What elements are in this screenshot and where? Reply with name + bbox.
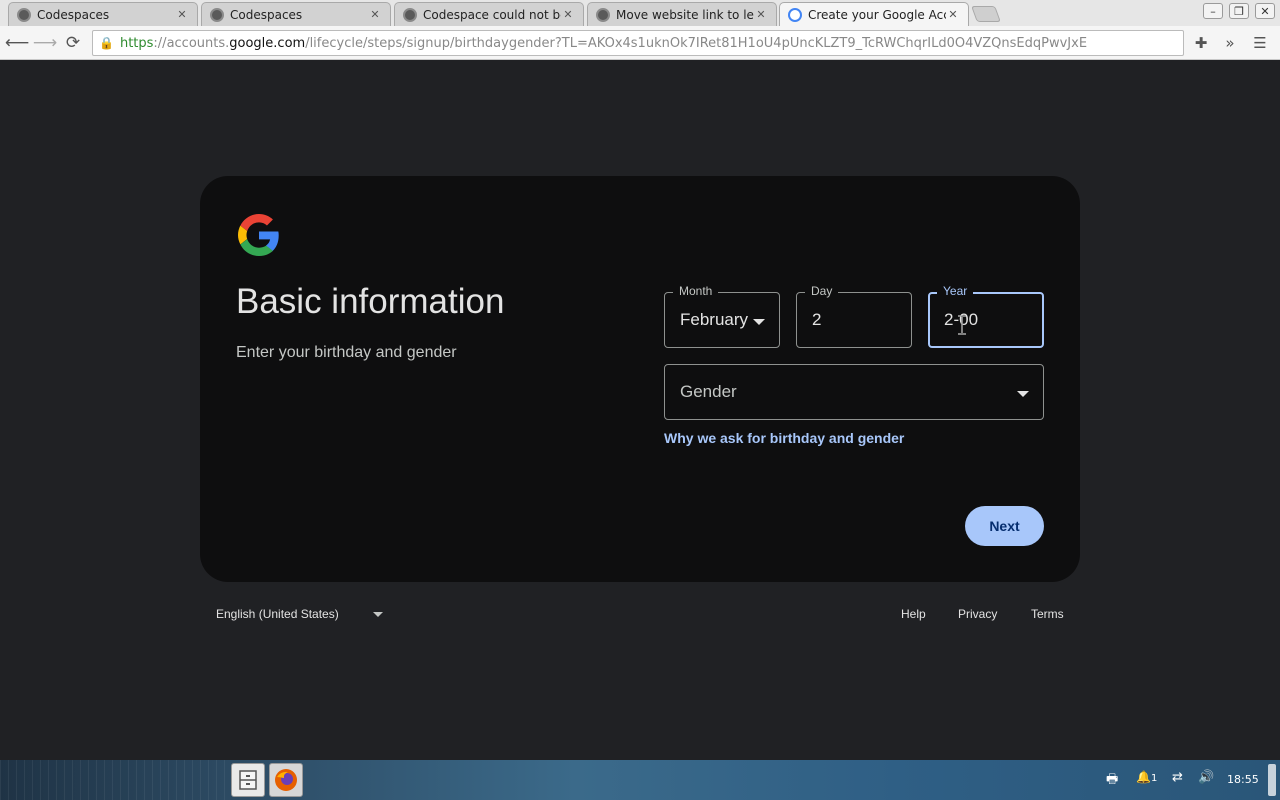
reload-button[interactable]: ⟳ [62,32,84,54]
tab-title: Move website link to les [616,7,754,22]
forward-button[interactable]: ⟶ [33,32,57,54]
year-label: Year [937,284,974,298]
notification-count: 1 [1150,773,1158,784]
tab-codespace-error[interactable]: Codespace could not be ✕ [394,2,584,26]
why-birthday-gender-link[interactable]: Why we ask for birthday and gender [664,430,904,446]
close-icon[interactable]: ✕ [175,8,189,21]
chevron-down-icon [1017,391,1029,397]
github-icon [596,7,610,22]
back-button[interactable]: ⟵ [5,32,29,54]
tab-strip: Codespaces ✕ Codespaces ✕ Codespace coul… [0,0,1280,26]
day-label: Day [805,284,839,298]
github-icon [210,7,224,22]
chevron-right-icon[interactable]: » [1219,32,1241,54]
url-path: /lifecycle/steps/signup/birthdaygender?T… [305,35,1088,51]
page-subtitle: Enter your birthday and gender [236,344,457,361]
tab-codespaces-2[interactable]: Codespaces ✕ [201,2,391,26]
language-select[interactable]: English (United States) [216,607,339,621]
menu-icon[interactable]: ☰ [1249,32,1271,54]
text-cursor-icon [958,315,966,335]
restore-button[interactable]: ❐ [1229,3,1249,19]
tab-title: Codespaces [37,7,110,22]
github-icon [17,7,31,22]
close-icon[interactable]: ✕ [561,8,575,21]
tab-codespaces-1[interactable]: Codespaces ✕ [8,2,198,26]
github-icon [403,7,417,22]
month-value: February [680,310,749,329]
day-value: 2 [812,310,822,329]
file-manager-icon[interactable] [231,763,265,797]
help-link[interactable]: Help [901,607,926,621]
close-window-button[interactable]: ✕ [1255,3,1275,19]
firefox-icon[interactable] [269,763,303,797]
close-icon[interactable]: ✕ [754,8,768,21]
minimize-button[interactable]: – [1203,3,1223,19]
page-content: Basic information Enter your birthday an… [0,61,1280,760]
chevron-down-icon [753,319,765,325]
day-input[interactable]: Day 2 [796,284,912,348]
browser-toolbar: ⟵ ⟶ ⟳ 🔒 https :// accounts. google.com /… [0,26,1280,60]
lock-icon: 🔒 [99,36,114,50]
volume-icon[interactable]: 🔊 [1198,770,1214,785]
page-title: Basic information [236,282,505,321]
taskbar: 🖶 🔔1 ⇄ 🔊 18:55 [0,760,1280,800]
extensions-icon[interactable]: ✚ [1190,32,1212,54]
google-icon [788,7,802,22]
clock[interactable]: 18:55 [1227,773,1259,786]
tab-create-google-account[interactable]: Create your Google Acco ✕ [779,2,969,26]
google-logo-icon [238,214,279,256]
close-icon[interactable]: ✕ [368,8,382,21]
tab-move-website-link[interactable]: Move website link to les ✕ [587,2,777,26]
month-select[interactable]: Month February [664,284,780,348]
signup-card: Basic information Enter your birthday an… [200,176,1080,582]
url-host: google.com [229,35,306,51]
url-scheme: https [119,35,154,51]
privacy-link[interactable]: Privacy [958,607,997,621]
url-subdomain: accounts. [166,35,230,51]
show-desktop-button[interactable] [1268,764,1276,796]
new-tab-button[interactable] [971,6,1001,22]
close-icon[interactable]: ✕ [946,8,960,21]
terms-link[interactable]: Terms [1031,607,1064,621]
taskbar-decoration [0,760,230,800]
year-input[interactable]: Year 2-00 [928,284,1044,348]
gender-placeholder: Gender [680,382,737,401]
next-button[interactable]: Next [965,506,1044,546]
tab-title: Create your Google Acco [808,7,946,22]
tab-title: Codespace could not be [423,7,561,22]
month-label: Month [673,284,719,298]
network-icon[interactable]: ⇄ [1172,770,1183,785]
url-separator: :// [153,35,167,51]
chevron-down-icon [373,612,383,617]
address-bar[interactable]: 🔒 https :// accounts. google.com /lifecy… [92,30,1184,56]
printer-icon[interactable]: 🖶 [1106,770,1118,792]
tab-title: Codespaces [230,7,303,22]
notification-bell-icon[interactable]: 🔔1 [1136,770,1157,784]
gender-select[interactable]: Gender [664,364,1044,420]
